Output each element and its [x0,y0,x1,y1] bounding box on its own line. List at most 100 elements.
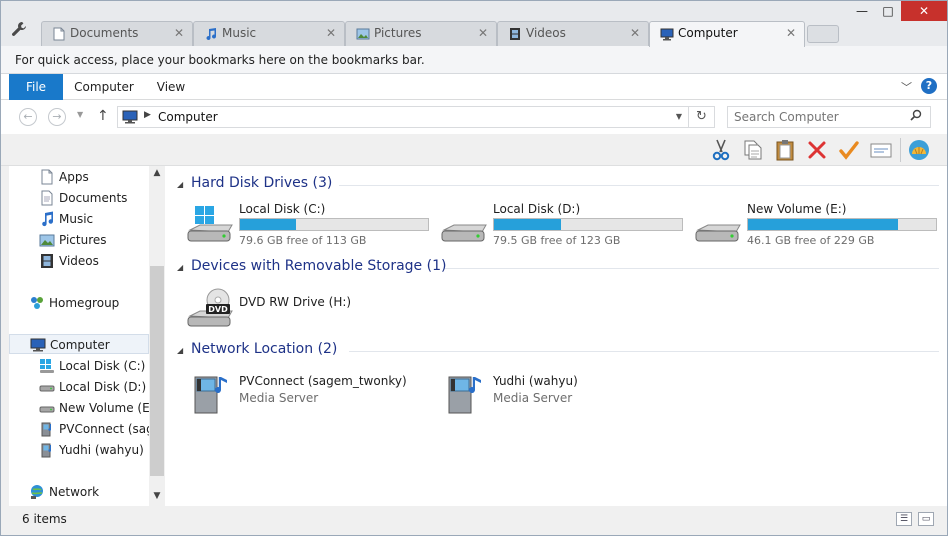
sidebar-item-label: Music [59,212,94,226]
chevron-right-icon[interactable]: ▶ [144,110,151,120]
copy-icon[interactable] [742,139,764,161]
film-icon [39,253,55,269]
drive-dvd-rw-h[interactable]: DVD DVD RW Drive (H:) [187,284,437,332]
tab-music[interactable]: Music ✕ [193,21,345,46]
delete-icon[interactable] [806,139,828,161]
chevron-down-icon[interactable]: ﹀ [901,79,912,95]
refresh-button[interactable]: ↻ [689,106,715,128]
close-icon[interactable]: ✕ [174,26,184,40]
ribbon-tab-computer[interactable]: Computer [73,74,135,100]
scroll-up-arrow-icon[interactable]: ▲ [149,168,165,182]
drive-icon [39,379,55,395]
tab-documents[interactable]: Documents ✕ [41,21,193,46]
up-arrow-icon[interactable]: ↑ [97,108,109,124]
sidebar-item-local-disk-c[interactable]: Local Disk (C:) [39,356,155,376]
close-icon[interactable]: ✕ [630,26,640,40]
location-name: Yudhi (wahyu) [493,374,578,388]
chevron-down-icon[interactable]: ▼ [676,112,682,121]
search-input[interactable] [734,109,904,125]
tab-videos[interactable]: Videos ✕ [497,21,649,46]
checkmark-icon[interactable] [838,139,860,161]
cut-icon[interactable] [710,139,732,161]
chevron-down-icon[interactable]: ◢ [177,180,183,189]
location-type: Media Server [493,391,573,405]
drive-free-space: 46.1 GB free of 229 GB [747,234,875,247]
dvd-drive-icon: DVD [187,288,235,328]
network-location-yudhi[interactable]: Yudhi (wahyu) Media Server [441,371,691,419]
scroll-down-arrow-icon[interactable]: ▼ [149,491,165,505]
chevron-down-icon[interactable]: ◢ [177,263,183,272]
sidebar-scrollbar[interactable]: ▲ ▼ [149,166,165,506]
close-icon[interactable]: ✕ [786,26,796,40]
address-bar[interactable]: ▶ Computer ▼ [117,106,689,128]
drive-new-volume-e[interactable]: New Volume (E:) 46.1 GB free of 229 GB [695,202,945,250]
drive-icon [441,206,489,246]
close-icon[interactable]: ✕ [326,26,336,40]
group-divider [445,268,939,269]
music-note-icon [204,27,218,41]
drive-name: DVD RW Drive (H:) [239,295,352,309]
picture-icon [356,27,370,41]
sidebar-item-videos[interactable]: Videos [39,251,155,271]
sidebar-item-new-volume-e[interactable]: New Volume (E:) [39,398,159,418]
explorer-window: Documents ✕ Music ✕ Pictures ✕ Videos ✕ … [0,0,948,536]
homegroup-icon [29,295,45,311]
sidebar-item-yudhi[interactable]: Yudhi (wahyu) [39,440,155,460]
sidebar-item-network[interactable]: Network [29,482,155,502]
back-button[interactable]: ← [19,108,37,126]
group-network-location[interactable]: ◢ Network Location (2) [173,340,941,362]
ribbon-tab-view[interactable]: View [149,74,193,100]
search-box[interactable] [727,106,931,128]
properties-icon[interactable] [870,139,892,161]
media-server-icon [441,375,489,415]
drive-local-disk-d[interactable]: Local Disk (D:) 79.5 GB free of 123 GB [441,202,691,250]
sidebar-item-pvconnect[interactable]: PVConnect (sage [39,419,161,439]
group-divider [349,351,939,352]
sidebar-item-apps[interactable]: Apps [39,167,155,187]
tiles-view-icon[interactable]: ▭ [918,512,934,526]
details-view-icon[interactable]: ☰ [896,512,912,526]
paste-icon[interactable] [774,139,796,161]
chevron-down-icon[interactable]: ◢ [177,346,183,355]
bookmarks-bar: For quick access, place your bookmarks h… [1,46,947,74]
sidebar-item-label: Videos [59,254,99,268]
help-icon[interactable]: ? [921,78,937,94]
sidebar-item-label: Pictures [59,233,107,247]
tab-label: Music [222,26,257,40]
navigation-pane: Apps Documents Music Pictures Videos Hom… [9,166,165,506]
wrench-icon[interactable] [11,21,29,39]
item-count: 6 items [22,512,67,526]
close-icon[interactable]: ✕ [478,26,488,40]
new-tab-button[interactable] [807,25,839,43]
sidebar-item-label: New Volume (E:) [59,401,159,415]
group-hard-disk-drives[interactable]: ◢ Hard Disk Drives (3) [173,174,941,196]
capacity-bar-fill [748,219,899,230]
ribbon-tab-file[interactable]: File [9,74,63,100]
group-removable-storage[interactable]: ◢ Devices with Removable Storage (1) [173,257,941,279]
network-location-pvconnect[interactable]: PVConnect (sagem_twonky) Media Server [187,371,437,419]
forward-button[interactable]: → [48,108,66,126]
close-button[interactable]: ✕ [901,1,947,21]
maximize-button[interactable]: □ [875,1,901,21]
shell-icon[interactable] [908,139,930,161]
minimize-button[interactable]: — [849,1,875,21]
sidebar-item-pictures[interactable]: Pictures [39,230,155,250]
search-icon[interactable] [910,109,922,124]
picture-icon [39,232,55,248]
media-server-icon [39,421,55,437]
sidebar-item-local-disk-d[interactable]: Local Disk (D:) [39,377,155,397]
location-type: Media Server [239,391,319,405]
sidebar-item-music[interactable]: Music [39,209,155,229]
tab-pictures[interactable]: Pictures ✕ [345,21,497,46]
scroll-thumb[interactable] [150,266,164,476]
drive-local-disk-c[interactable]: Local Disk (C:) 79.6 GB free of 113 GB [187,202,437,250]
status-bar: 6 items ☰ ▭ [1,506,947,535]
media-server-icon [187,375,235,415]
windows-drive-icon [39,358,55,374]
sidebar-item-documents[interactable]: Documents [39,188,155,208]
sidebar-item-computer[interactable]: Computer [9,334,149,354]
address-row: ← → ▼ ↑ ▶ Computer ▼ ↻ [1,100,947,134]
tab-computer[interactable]: Computer ✕ [649,21,805,47]
recent-locations-chevron-icon[interactable]: ▼ [77,110,83,119]
sidebar-item-homegroup[interactable]: Homegroup [29,293,155,313]
